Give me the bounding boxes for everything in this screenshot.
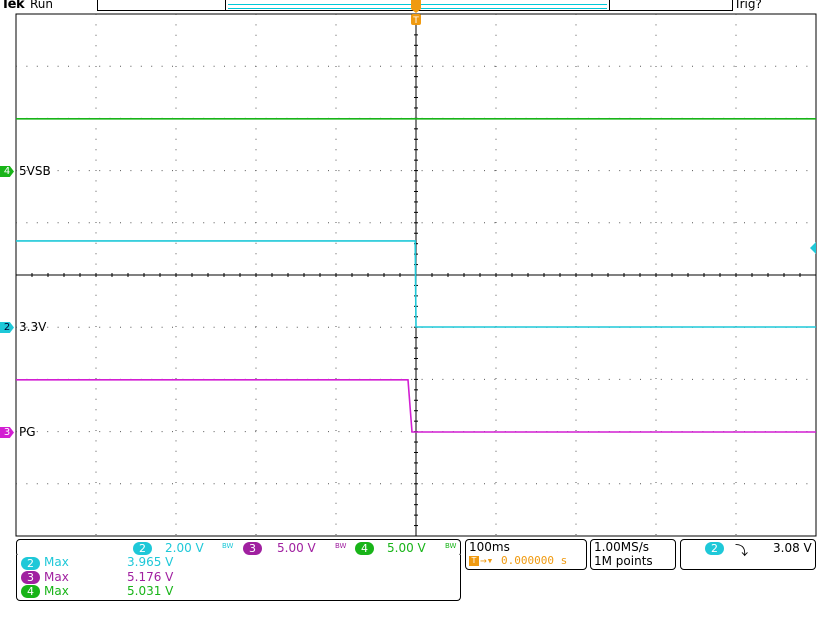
meas-ch4-name: Max	[44, 584, 69, 598]
ch2-badge[interactable]: 2	[133, 542, 152, 555]
meas-ch4-badge: 4	[21, 585, 40, 598]
time-per-div: 100ms	[469, 540, 510, 554]
ch2-label: 3.3V	[19, 320, 47, 334]
meas-ch3-badge: 3	[21, 571, 40, 584]
meas-ch2-badge: 2	[21, 557, 40, 570]
trigger-panel[interactable]: 2 ⤵ 3.08 V	[680, 539, 816, 570]
sample-rate: 1.00MS/s	[594, 540, 649, 554]
meas-ch2-value: 3.965 V	[127, 555, 174, 569]
trigger-level-icon	[810, 242, 816, 254]
trigger-markers: T	[411, 0, 816, 254]
measurement-panel: 2 Max 3.965 V 3 Max 5.176 V 4 Max 5.031 …	[16, 555, 461, 601]
trigger-arrow-icon: →▾	[480, 554, 494, 567]
meas-ch3-name: Max	[44, 570, 69, 584]
ch2-bw-icon: BW	[222, 542, 234, 550]
record-trigger-icon	[411, 0, 421, 13]
acquisition-panel[interactable]: 1.00MS/s 1M points	[590, 539, 676, 570]
ch4-scale: 5.00 V	[387, 541, 426, 555]
trigger-slope-icon: ⤵	[735, 544, 749, 559]
ch4-bw-icon: BW	[445, 542, 457, 550]
ch3-badge[interactable]: 3	[243, 542, 262, 555]
ch3-scale: 5.00 V	[277, 541, 316, 555]
ch3-label: PG	[19, 425, 36, 439]
trigger-level: 3.08 V	[773, 541, 812, 555]
meas-ch4-value: 5.031 V	[127, 584, 174, 598]
meas-ch2-name: Max	[44, 555, 69, 569]
record-length: 1M points	[594, 554, 653, 568]
ch3-bw-icon: BW	[335, 542, 347, 550]
timebase-panel[interactable]: 100ms T →▾ 0.000000 s	[465, 539, 587, 570]
trigger-time-icon-label: T	[412, 16, 419, 26]
meas-ch3-value: 5.176 V	[127, 570, 174, 584]
ch2-scale: 2.00 V	[165, 541, 204, 555]
waveform-display[interactable]: T	[0, 0, 819, 617]
ch4-badge[interactable]: 4	[355, 542, 374, 555]
trace-33v	[16, 240, 816, 328]
trigger-source-badge: 2	[705, 542, 724, 555]
trigger-position: 0.000000 s	[501, 554, 568, 567]
trigger-position-icon: T	[469, 556, 479, 566]
ch4-label: 5VSB	[19, 164, 51, 178]
